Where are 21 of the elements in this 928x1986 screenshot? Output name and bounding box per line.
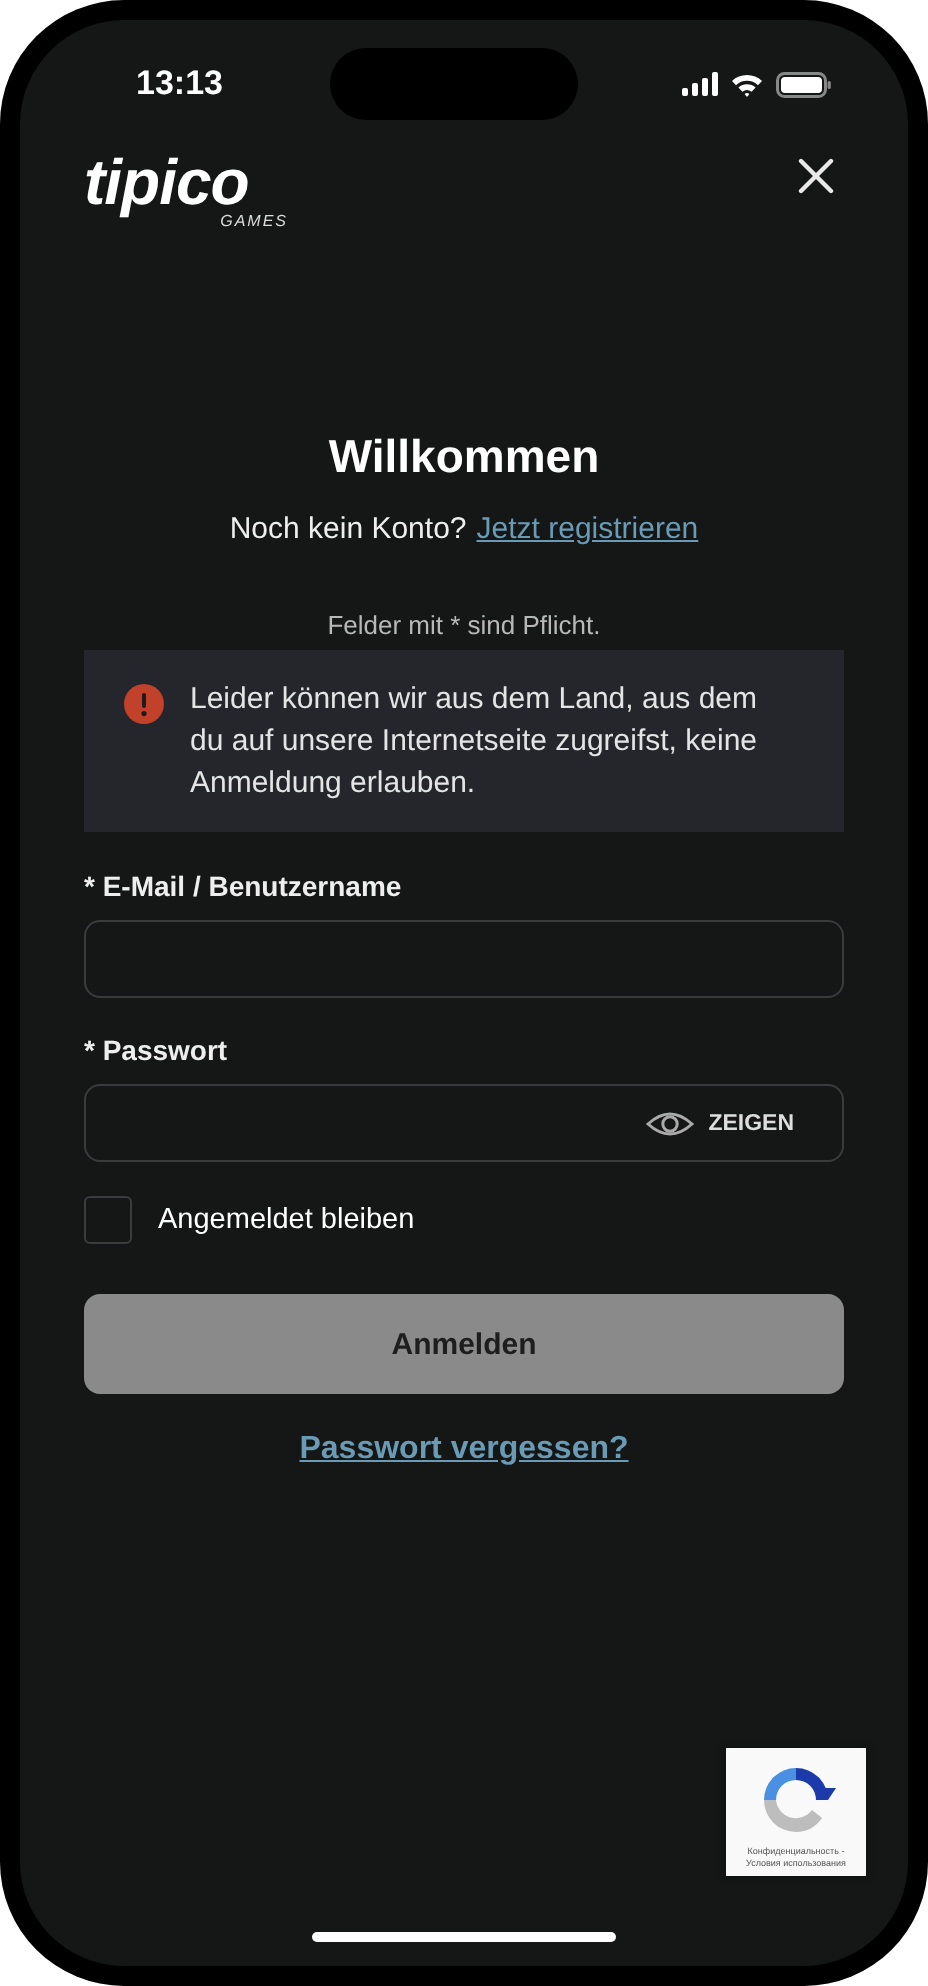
page-title: Willkommen bbox=[326, 428, 602, 484]
forgot-password-link[interactable]: Passwort vergessen? bbox=[299, 1432, 629, 1466]
signal-icon bbox=[682, 72, 718, 96]
close-icon bbox=[798, 158, 834, 194]
alert-message: Leider können wir aus dem Land, aus dem du auf unsere Internetseite zugreifst, keine Anmeldung erlauben. bbox=[190, 680, 760, 804]
remember-checkbox[interactable] bbox=[84, 1196, 132, 1244]
wifi-icon bbox=[730, 71, 764, 97]
field-label: * Passwort bbox=[84, 1032, 230, 1068]
email-field[interactable] bbox=[84, 920, 844, 998]
field-label: * E-Mail / Benutzername bbox=[84, 868, 404, 904]
tipico-logo: tipico GAMES bbox=[84, 152, 288, 232]
battery-icon bbox=[776, 71, 832, 97]
alert-icon bbox=[124, 684, 164, 724]
required-note: Felder mit * sind Pflicht. bbox=[325, 610, 603, 642]
register-link[interactable]: Jetzt registrieren bbox=[476, 512, 699, 546]
show-password-button[interactable]: ZEIGEN bbox=[708, 1111, 794, 1135]
remember-label: Angemeldet bleiben bbox=[158, 1204, 415, 1236]
register-prompt: Noch kein Konto? bbox=[229, 512, 467, 546]
eye-icon bbox=[646, 1109, 695, 1137]
status-time: 13:13 bbox=[136, 64, 223, 104]
password-field[interactable]: ZEIGEN bbox=[84, 1084, 844, 1162]
